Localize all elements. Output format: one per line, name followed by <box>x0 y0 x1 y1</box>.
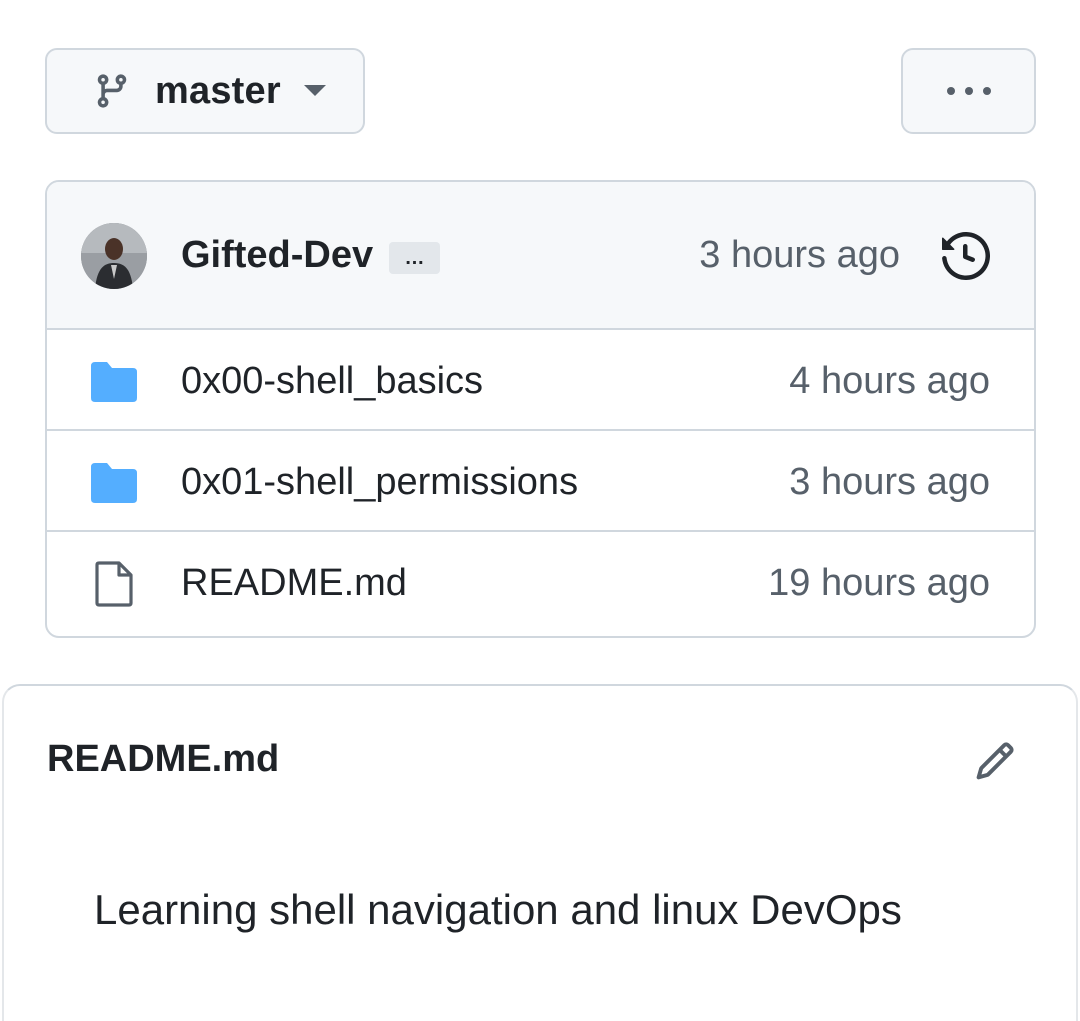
latest-commit-row: Gifted-Dev … 3 hours ago <box>47 182 1034 330</box>
file-icon <box>95 561 133 607</box>
avatar[interactable] <box>81 223 147 289</box>
folder-icon <box>91 463 137 503</box>
file-name[interactable]: 0x01-shell_permissions <box>181 461 578 504</box>
git-branch-icon <box>97 74 127 108</box>
pencil-icon[interactable] <box>974 740 1016 782</box>
branch-name: master <box>155 69 281 112</box>
file-time: 19 hours ago <box>768 562 990 604</box>
commit-message-expand-button[interactable]: … <box>389 242 440 274</box>
file-time: 3 hours ago <box>789 461 990 503</box>
file-time: 4 hours ago <box>789 360 990 402</box>
readme-panel: README.md Learning shell navigation and … <box>2 684 1078 1021</box>
repo-page: master Gifted-Dev … 3 hours ago 0x00-she… <box>0 0 1080 1021</box>
chevron-down-icon <box>303 85 326 96</box>
file-name[interactable]: 0x00-shell_basics <box>181 360 483 403</box>
branch-selector-button[interactable]: master <box>45 48 365 134</box>
history-icon[interactable] <box>942 232 990 280</box>
list-item[interactable]: 0x01-shell_permissions 3 hours ago <box>47 431 1034 532</box>
readme-title: README.md <box>47 738 280 780</box>
list-item[interactable]: 0x00-shell_basics 4 hours ago <box>47 330 1034 431</box>
commit-author[interactable]: Gifted-Dev <box>181 234 373 277</box>
folder-icon <box>91 362 137 402</box>
file-name[interactable]: README.md <box>181 562 407 605</box>
list-item[interactable]: README.md 19 hours ago <box>47 532 1034 633</box>
readme-content: Learning shell navigation and linux DevO… <box>94 886 902 933</box>
file-list: Gifted-Dev … 3 hours ago 0x00-shell_basi… <box>45 180 1036 638</box>
commit-time: 3 hours ago <box>699 234 900 276</box>
more-options-button[interactable] <box>901 48 1036 134</box>
kebab-horizontal-icon <box>946 87 991 95</box>
